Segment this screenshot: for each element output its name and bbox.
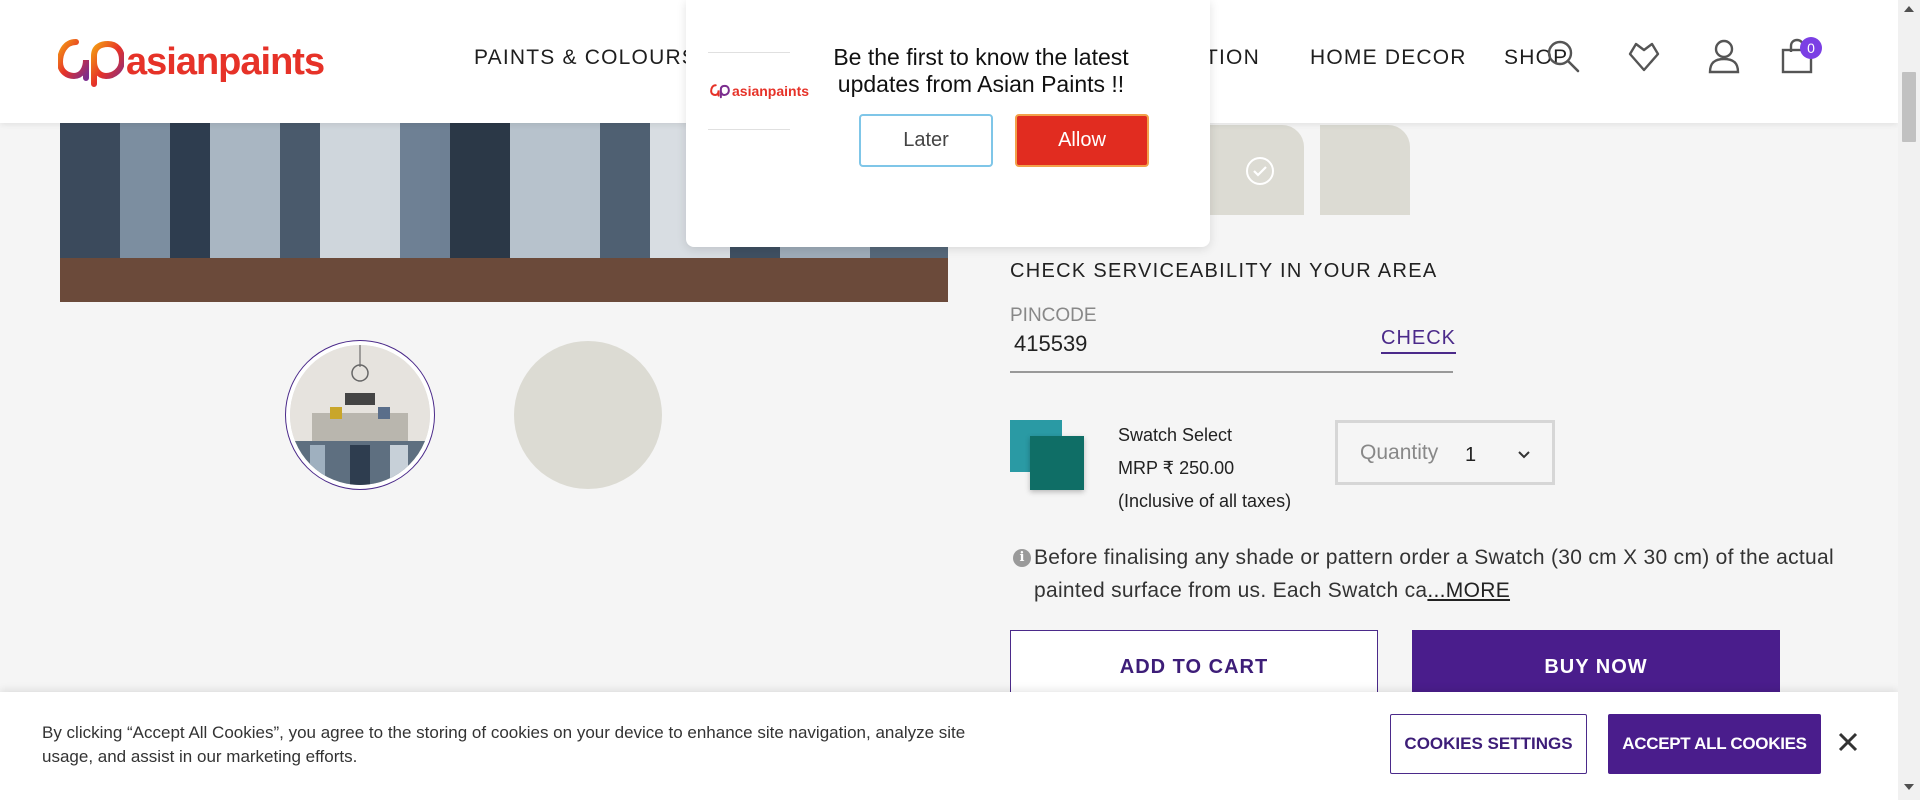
- product-price: MRP ₹ 250.00: [1118, 458, 1235, 478]
- asianpaints-logo-icon: [58, 39, 124, 87]
- popup-brand-logo: asianpaints: [710, 83, 809, 99]
- heart-icon[interactable]: [1626, 38, 1662, 74]
- asianpaints-logo-icon: [710, 84, 730, 99]
- user-icon[interactable]: [1706, 38, 1742, 74]
- cookie-banner: By clicking “Accept All Cookies”, you ag…: [0, 692, 1898, 800]
- close-icon[interactable]: [1836, 730, 1860, 754]
- search-icon[interactable]: [1545, 38, 1581, 74]
- brand-name: asianpaints: [126, 40, 325, 83]
- more-link[interactable]: ...MORE: [1427, 579, 1510, 602]
- pincode-label: PINCODE: [1010, 305, 1097, 326]
- swatch-info-text: Before finalising any shade or pattern o…: [1034, 541, 1834, 607]
- popup-brand-name: asianpaints: [732, 83, 810, 99]
- cookie-message: By clicking “Accept All Cookies”, you ag…: [42, 723, 966, 766]
- thumbnail-swatch-color[interactable]: [514, 341, 662, 489]
- chevron-down-icon: [1518, 451, 1530, 459]
- page-scrollbar[interactable]: [1898, 0, 1920, 800]
- cookies-settings-button[interactable]: COOKIES SETTINGS: [1390, 714, 1587, 774]
- thumbnail-room[interactable]: [285, 340, 435, 490]
- info-icon: i: [1013, 549, 1031, 567]
- divider: [708, 129, 790, 130]
- scroll-up-arrow-icon[interactable]: [1904, 6, 1914, 12]
- notification-permission-popup: asianpaints Be the first to know the lat…: [686, 0, 1210, 247]
- nav-item-home-decor[interactable]: HOME DECOR: [1310, 46, 1467, 70]
- quantity-select[interactable]: Quantity 1: [1335, 420, 1555, 485]
- check-pincode-link[interactable]: CHECK: [1381, 327, 1457, 354]
- brand-logo[interactable]: asianpaints: [58, 34, 325, 90]
- shade-tile[interactable]: [1320, 125, 1410, 215]
- later-button[interactable]: Later: [859, 114, 993, 167]
- scroll-down-arrow-icon[interactable]: [1904, 784, 1914, 790]
- swatch-front-square: [1030, 436, 1084, 490]
- check-icon: [1246, 157, 1274, 185]
- allow-button[interactable]: Allow: [1015, 114, 1149, 167]
- cart-count-badge: 0: [1800, 37, 1822, 59]
- pincode-input[interactable]: [1010, 328, 1310, 360]
- serviceability-title: CHECK SERVICEABILITY IN YOUR AREA: [1010, 260, 1438, 282]
- room-thumbnail-image: [290, 345, 430, 485]
- pincode-underline: [1010, 371, 1453, 373]
- quantity-value: 1: [1465, 444, 1477, 466]
- popup-message: Be the first to know the latest updates …: [833, 44, 1129, 97]
- divider: [708, 52, 790, 53]
- tax-note: (Inclusive of all taxes): [1118, 491, 1292, 511]
- quantity-label: Quantity: [1360, 441, 1439, 464]
- swatch-product-image: [1010, 420, 1084, 490]
- accept-all-cookies-button[interactable]: ACCEPT ALL COOKIES: [1608, 714, 1821, 774]
- nav-item-paints-colours[interactable]: PAINTS & COLOURS: [474, 46, 697, 70]
- nav-item-partial[interactable]: TION: [1205, 46, 1260, 70]
- scroll-thumb[interactable]: [1902, 72, 1916, 142]
- product-name: Swatch Select: [1118, 425, 1233, 445]
